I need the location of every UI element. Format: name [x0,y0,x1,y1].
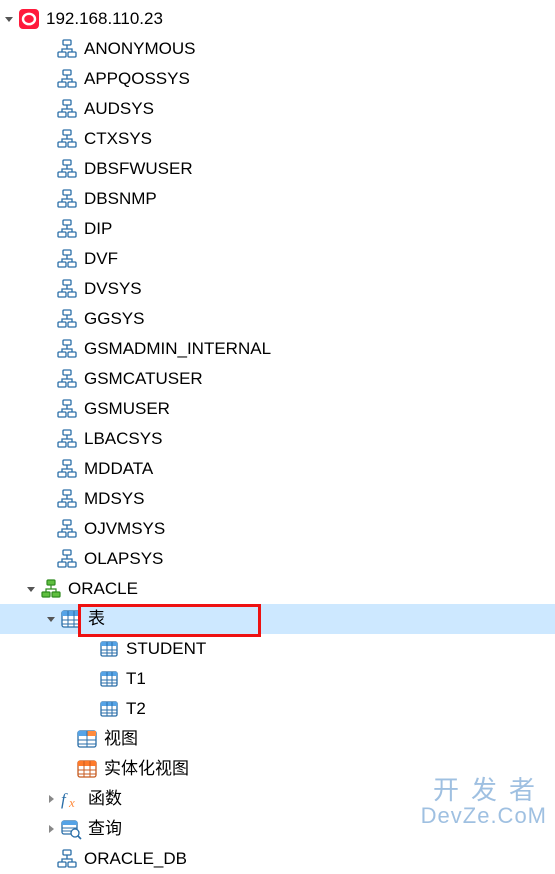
table-node[interactable]: T2 [0,694,555,724]
schema-icon [56,518,78,540]
tree-item-label: 实体化视图 [104,758,189,780]
tables-folder[interactable]: 表 [0,604,555,634]
tree-item-label: CTXSYS [84,128,152,150]
schema-node-active[interactable]: ORACLE [0,574,555,604]
schema-node[interactable]: GSMUSER [0,394,555,424]
schema-node[interactable]: OJVMSYS [0,514,555,544]
tree-item-label: GGSYS [84,308,144,330]
tree-item-label: APPQOSSYS [84,68,190,90]
tree-item-label: ORACLE [68,578,138,600]
schema-node[interactable]: ANONYMOUS [0,34,555,64]
schema-icon [56,98,78,120]
schema-node[interactable]: AUDSYS [0,94,555,124]
tree-item-label: DIP [84,218,112,240]
tree-item-label: MDDATA [84,458,153,480]
tree-item-label: DBSNMP [84,188,157,210]
schema-node[interactable]: GGSYS [0,304,555,334]
oracle-icon [18,8,40,30]
tree-item-label: DVSYS [84,278,142,300]
tree-item-label: 查询 [88,818,122,840]
schema-node[interactable]: CTXSYS [0,124,555,154]
schema-icon [56,248,78,270]
tree-item-label: ORACLE_DB [84,848,187,870]
schema-node[interactable]: MDSYS [0,484,555,514]
schema-icon [56,38,78,60]
expand-arrow-icon[interactable] [24,582,38,596]
schema-icon [56,428,78,450]
tree-item-label: 视图 [104,728,138,750]
schema-node[interactable]: GSMADMIN_INTERNAL [0,334,555,364]
expand-arrow-icon[interactable] [44,822,58,836]
views-folder[interactable]: 视图 [0,724,555,754]
schema-icon [56,368,78,390]
schema-icon [56,188,78,210]
tree-item-label: 192.168.110.23 [46,8,163,30]
schema-icon [56,488,78,510]
schema-icon [56,68,78,90]
tree-item-label: T1 [126,668,146,690]
views-folder-icon [76,728,98,750]
expand-arrow-icon[interactable] [44,792,58,806]
tree-item-label: OLAPSYS [84,548,163,570]
schema-icon [56,398,78,420]
schema-icon [56,128,78,150]
table-node[interactable]: STUDENT [0,634,555,664]
schema-active-icon [40,578,62,600]
tree-item-label: GSMCATUSER [84,368,203,390]
schema-node[interactable]: DIP [0,214,555,244]
table-icon [98,668,120,690]
tree-item-label: OJVMSYS [84,518,165,540]
schema-node[interactable]: OLAPSYS [0,544,555,574]
tree-item-label: MDSYS [84,488,144,510]
table-icon [98,698,120,720]
schema-icon [56,308,78,330]
schema-node[interactable]: DBSFWUSER [0,154,555,184]
queries-folder[interactable]: 查询 [0,814,555,844]
tree-item-label: DVF [84,248,118,270]
schema-icon [56,338,78,360]
schema-icon [56,458,78,480]
tree-item-label: AUDSYS [84,98,154,120]
schema-icon [56,278,78,300]
schema-node[interactable]: LBACSYS [0,424,555,454]
tree-item-label: 表 [88,608,105,630]
schema-node[interactable]: APPQOSSYS [0,64,555,94]
tree-item-label: DBSFWUSER [84,158,193,180]
tables-folder-icon [60,608,82,630]
tree-item-label: STUDENT [126,638,206,660]
schema-icon [56,218,78,240]
connection-node[interactable]: 192.168.110.23 [0,4,555,34]
function-folder-icon [60,788,82,810]
schema-node[interactable]: DBSNMP [0,184,555,214]
query-folder-icon [60,818,82,840]
tree-item-label: ANONYMOUS [84,38,195,60]
tree-item-label: T2 [126,698,146,720]
tree-item-label: GSMUSER [84,398,170,420]
tree-item-label: GSMADMIN_INTERNAL [84,338,271,360]
schema-node[interactable]: DVSYS [0,274,555,304]
schema-icon [56,158,78,180]
schema-icon [56,848,78,870]
mviews-folder-icon [76,758,98,780]
table-node[interactable]: T1 [0,664,555,694]
expand-arrow-icon[interactable] [2,12,16,26]
schema-icon [56,548,78,570]
expand-arrow-icon[interactable] [44,612,58,626]
schema-node[interactable]: DVF [0,244,555,274]
mviews-folder[interactable]: 实体化视图 [0,754,555,784]
functions-folder[interactable]: 函数 [0,784,555,814]
tree-item-label: 函数 [88,788,122,810]
schema-node[interactable]: ORACLE_DB [0,844,555,874]
schema-node[interactable]: MDDATA [0,454,555,484]
table-icon [98,638,120,660]
tree-item-label: LBACSYS [84,428,162,450]
schema-node[interactable]: GSMCATUSER [0,364,555,394]
